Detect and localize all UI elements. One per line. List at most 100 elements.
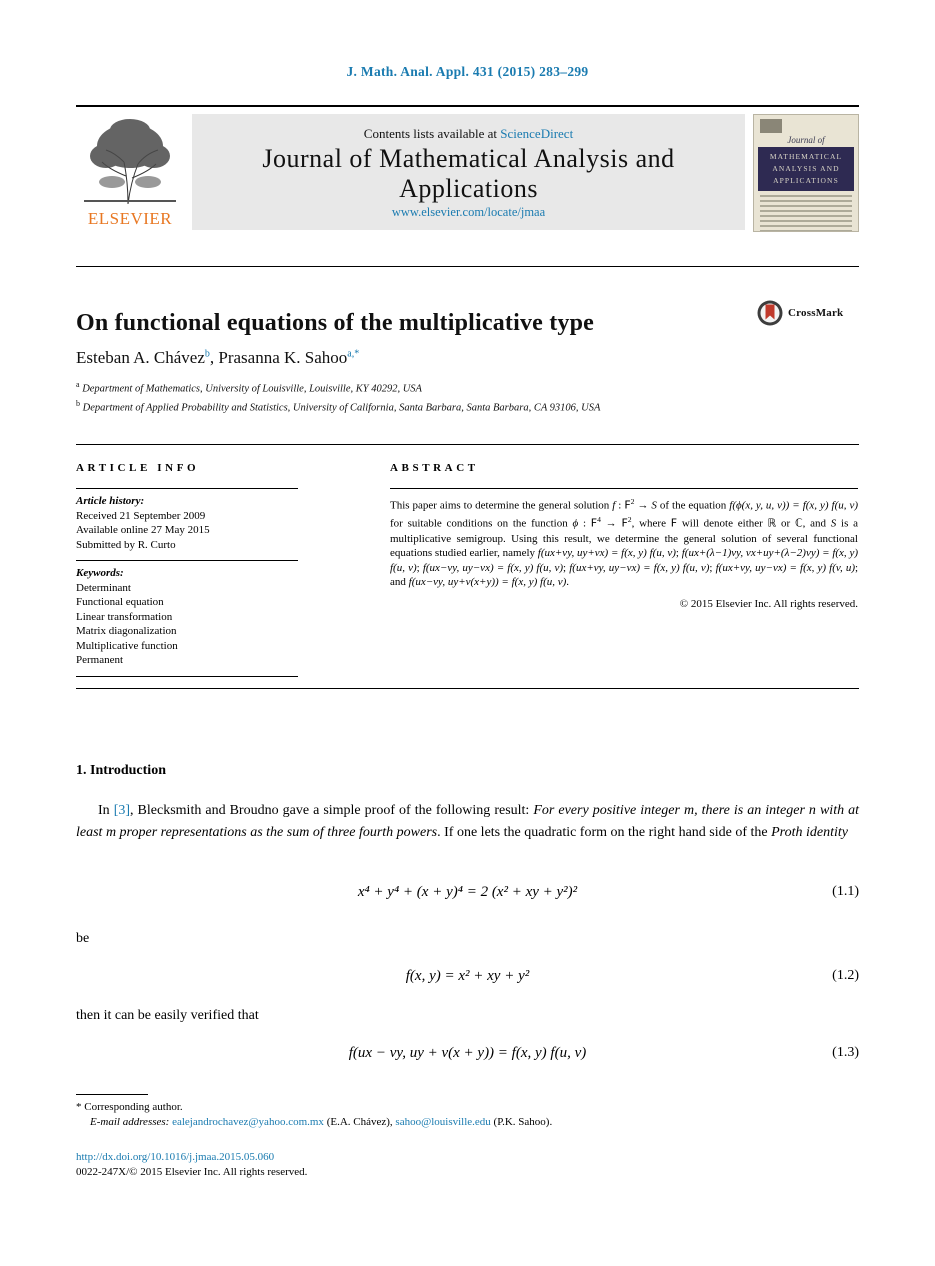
email-owner-sahoo: (P.K. Sahoo). (493, 1116, 553, 1128)
history-line-available: Available online 27 May 2015 (76, 524, 210, 536)
connector-verified: then it can be easily verified that (76, 1008, 259, 1023)
crossmark-badge[interactable]: CrossMark (757, 300, 843, 326)
article-history-label: Article history: (76, 495, 145, 507)
abstract-equation-5: f(ux+vy, uy−vx) = f(x, y) f(u, v) (569, 561, 710, 574)
abstract-equation-2: f(ux+vy, uy+vx) = f(x, y) f(u, v) (537, 547, 676, 560)
keyword-item: Multiplicative function (76, 639, 178, 652)
intro-italic-proth: Proth identity (771, 825, 848, 840)
author-2-affil-marker[interactable]: a,* (347, 348, 359, 359)
paper-page: J. Math. Anal. Appl. 431 (2015) 283–299 (0, 0, 935, 1266)
connector-be: be (76, 931, 90, 946)
journal-homepage-link[interactable]: www.elsevier.com/locate/jmaa (392, 205, 545, 220)
masthead-center: Contents lists available at ScienceDirec… (192, 114, 745, 230)
abstract-text: This paper aims to determine the general… (390, 489, 858, 590)
footnote-star-marker: * (76, 1101, 82, 1113)
keywords-block: Keywords: Determinant Functional equatio… (76, 561, 298, 676)
affiliation-b-marker: b (76, 398, 80, 408)
author-name-2: Prasanna K. Sahoo (218, 348, 348, 367)
cover-publisher-mark (760, 119, 782, 133)
affiliation-b: b Department of Applied Probability and … (76, 397, 776, 416)
issn-copyright-line: 0022-247X/© 2015 Elsevier Inc. All right… (76, 1166, 308, 1178)
affiliation-list: a Department of Mathematics, University … (76, 378, 776, 415)
info-section-bottom-rule (76, 688, 859, 689)
citation-link-3[interactable]: [3] (114, 803, 130, 818)
equation-1-3-body: f(ux − vy, uy + v(x + y)) = f(x, y) f(u,… (348, 1045, 587, 1061)
corresponding-author-text: Corresponding author. (84, 1101, 183, 1113)
elsevier-logo: ELSEVIER (76, 114, 184, 230)
equation-1-1-row: x⁴ + y⁴ + (x + y)⁴ = 2 (x² + xy + y²)² (… (76, 884, 859, 901)
contents-prefix: Contents lists available at (363, 126, 501, 141)
email-link-chavez[interactable]: ealejandrochavez@yahoo.com.mx (172, 1116, 324, 1128)
abstract-copyright: © 2015 Elsevier Inc. All rights reserved… (679, 597, 858, 610)
elsevier-tree-icon (82, 116, 178, 208)
intro-paragraph: In [3], Blecksmith and Broudno gave a si… (76, 800, 859, 844)
abstract-seg-10: or (776, 517, 795, 530)
keyword-item: Functional equation (76, 596, 164, 608)
corresponding-author-note: * Corresponding author. (76, 1100, 859, 1115)
equation-1-1-body: x⁴ + y⁴ + (x + y)⁴ = 2 (x² + xy + y²)² (357, 884, 578, 900)
email-link-sahoo[interactable]: sahoo@louisville.edu (395, 1116, 490, 1128)
info-section-top-rule (76, 444, 859, 445)
masthead-top-rule (76, 105, 859, 107)
abstract-seg-8: , where (631, 517, 671, 530)
doi-link[interactable]: http://dx.doi.org/10.1016/j.jmaa.2015.05… (76, 1150, 859, 1165)
abstract-equation-4: f(ux−vy, uy−vx) = f(x, y) f(u, v) (422, 561, 564, 574)
journal-masthead: ELSEVIER Contents lists available at Sci… (76, 105, 859, 232)
abstract-seg-6: : (578, 517, 591, 530)
cover-script-text: Journal of (787, 135, 825, 145)
affiliation-a: a Department of Mathematics, University … (76, 378, 776, 397)
email-owner-chavez: (E.A. Chávez) (326, 1116, 390, 1128)
intro-seg-b: , Blecksmith and Broudno gave a simple p… (130, 803, 534, 818)
crossmark-label: CrossMark (788, 307, 844, 319)
affiliation-a-marker: a (76, 380, 80, 389)
keyword-item: Determinant (76, 581, 131, 594)
cover-band-line-2: ANALYSIS AND (772, 164, 840, 173)
keyword-item: Permanent (76, 654, 124, 666)
equation-1-1-number: (1.1) (832, 884, 859, 899)
contents-available-line: Contents lists available at ScienceDirec… (364, 126, 573, 142)
abstract-seg-5: for suitable conditions on the function (390, 517, 573, 530)
article-info-column: Article history: Received 21 September 2… (76, 488, 298, 677)
cover-contents-lines (760, 195, 852, 231)
page-title: On functional equations of the multiplic… (76, 310, 595, 337)
cover-title-band: MATHEMATICAL ANALYSIS AND APPLICATIONS (758, 147, 854, 191)
abstract-seg-7: → (600, 517, 622, 530)
author-list: Esteban A. Chávezb, Prasanna K. Sahooa,* (76, 348, 359, 368)
abstract-seg-1: This paper aims to determine the general… (390, 499, 613, 512)
keywords-label: Keywords: (76, 567, 124, 579)
abstract-symbol-complex: ℂ (794, 516, 803, 530)
abstract-equation-6: f(ux+vy, uy−vx) = f(x, y) f(v, u) (715, 561, 855, 574)
abstract-seg-11: , and (802, 517, 831, 530)
footnote-block: * Corresponding author. E-mail addresses… (76, 1100, 859, 1130)
author-name-1: Esteban A. Chávez (76, 348, 205, 367)
abstract-heading: ABSTRACT (390, 462, 479, 474)
title-separator-rule (76, 266, 859, 267)
history-line-submitted: Submitted by R. Curto (76, 538, 176, 551)
journal-title: Journal of Mathematical Analysis and App… (262, 143, 675, 203)
doi-block: http://dx.doi.org/10.1016/j.jmaa.2015.05… (76, 1150, 859, 1180)
abstract-equation-7: f(ux−vy, uy+v(x+y)) = f(x, y) f(u, v) (408, 576, 567, 589)
abstract-symbol-reals: ℝ (767, 516, 777, 530)
crossmark-icon (757, 300, 783, 326)
sciencedirect-link[interactable]: ScienceDirect (500, 126, 573, 141)
email-addresses-line: E-mail addresses: ealejandrochavez@yahoo… (76, 1115, 859, 1130)
journal-cover-thumbnail: Journal of MATHEMATICAL ANALYSIS AND APP… (753, 114, 859, 232)
keyword-item: Matrix diagonalization (76, 625, 177, 637)
cover-band-line-3: APPLICATIONS (773, 176, 839, 185)
equation-1-2-body: f(x, y) = x² + xy + y² (405, 968, 530, 984)
keyword-item: Linear transformation (76, 610, 173, 623)
abstract-period: . (566, 576, 570, 589)
cover-band-line-1: MATHEMATICAL (769, 152, 843, 161)
history-line-received: Received 21 September 2009 (76, 509, 206, 522)
intro-seg-a: In (98, 803, 114, 818)
abstract-seg-4: of the equation (656, 499, 730, 512)
section-title-introduction: 1. Introduction (76, 763, 166, 778)
abstract-seg-3: → (634, 499, 652, 512)
equation-1-2-row: f(x, y) = x² + xy + y² (1.2) (76, 968, 859, 985)
affiliation-a-text: Department of Mathematics, University of… (82, 383, 422, 395)
equation-1-3-row: f(ux − vy, uy + v(x + y)) = f(x, y) f(u,… (76, 1045, 859, 1062)
abstract-seg-9: will denote either (677, 517, 768, 530)
article-info-heading: ARTICLE INFO (76, 462, 200, 474)
equation-1-3-number: (1.3) (832, 1045, 859, 1060)
article-history-block: Article history: Received 21 September 2… (76, 489, 298, 560)
